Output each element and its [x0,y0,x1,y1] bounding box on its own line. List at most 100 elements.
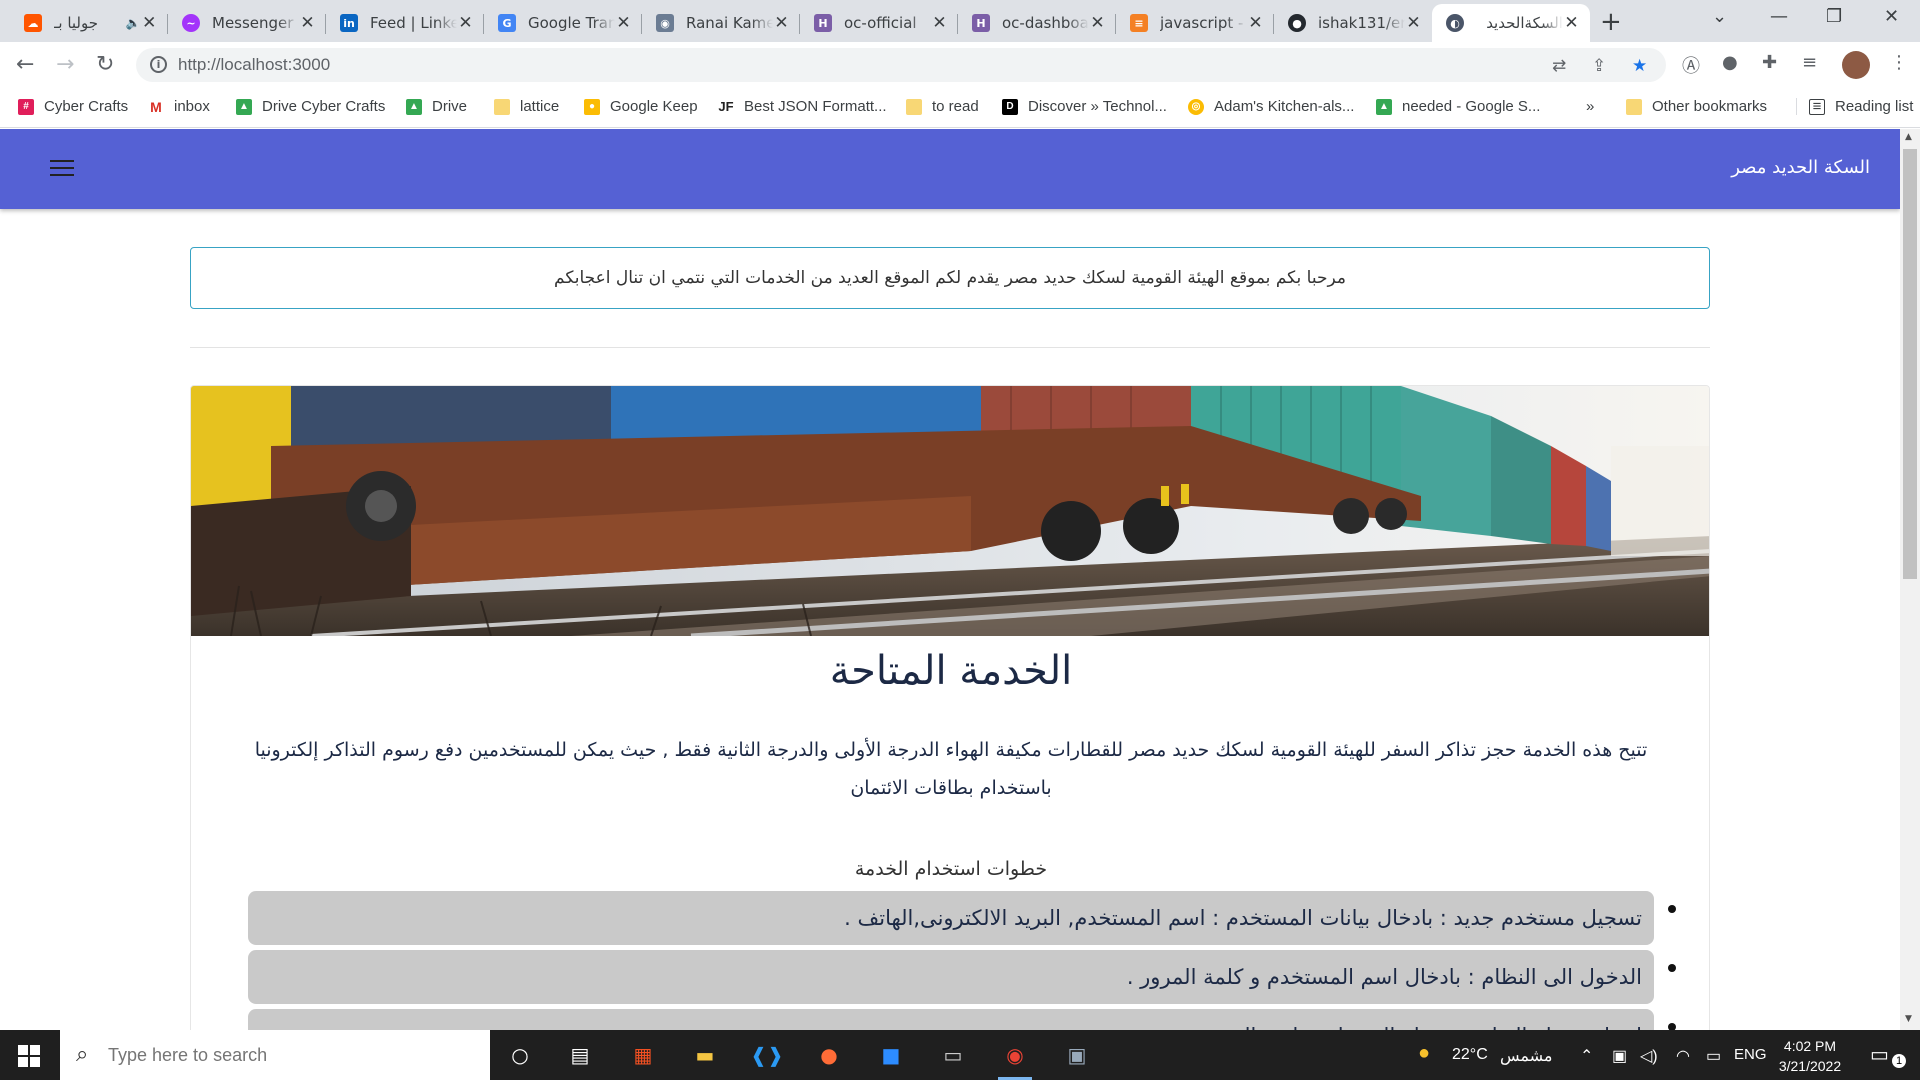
train-logo-icon: ◐ [1446,14,1464,32]
notifications-icon[interactable]: ▭ [1870,1042,1889,1067]
browser-tab[interactable]: G Google Translate ✕ [484,4,642,42]
address-bar[interactable]: i ⇄ ⇪ ★ [136,48,1666,82]
bookmark-item[interactable]: ▲ Drive [406,98,467,115]
close-icon[interactable]: ✕ [1405,13,1422,33]
bookmark-item[interactable]: ▲ needed - Google S... [1376,98,1540,115]
browser-tab[interactable]: ≡ javascript - ✕ [1116,4,1274,42]
share-icon[interactable]: ⇪ [1592,56,1606,76]
volume-icon[interactable]: ◁) [1640,1046,1658,1066]
brand-title[interactable]: السكة الحديد مصر [1731,157,1870,178]
back-icon[interactable]: ← [16,52,34,77]
folder-icon [494,98,510,115]
browser-tab-active[interactable]: ◐ السكةالحديد ✕ [1432,4,1590,42]
bookmark-folder[interactable]: lattice [494,98,559,115]
store-icon[interactable]: ▦ [626,1038,660,1072]
window-close-button[interactable]: ✕ [1884,6,1899,27]
bookmarks-overflow[interactable]: » [1586,98,1594,115]
forward-icon[interactable]: → [56,52,74,77]
tab-title: Feed | LinkedIn [370,14,457,32]
bookmark-item[interactable]: D Discover » Technol... [1002,98,1167,115]
close-icon[interactable]: ✕ [457,13,474,33]
language-indicator[interactable]: ENG [1734,1046,1767,1063]
close-icon[interactable]: ✕ [773,13,790,33]
tab-title: oc-official [844,14,917,32]
translate-icon: G [498,14,516,32]
new-tab-button[interactable]: + [1600,7,1622,37]
app-header: السكة الحديد مصر [0,129,1900,209]
extensions-puzzle-icon[interactable]: ✚ [1762,52,1777,73]
keep-icon: ● [584,98,600,115]
bookmark-item[interactable]: # Cyber Crafts [18,98,128,115]
close-icon[interactable]: ✕ [1089,13,1106,33]
reading-list-button[interactable]: ≡ Reading list [1796,98,1913,115]
tab-title: oc-dashboard [1002,14,1089,32]
bookmark-folder[interactable]: to read [906,98,979,115]
close-icon[interactable]: ✕ [141,13,158,33]
meet-now-icon[interactable]: ▣ [1612,1046,1627,1066]
chevron-right-icon: » [1586,98,1595,115]
translate-page-icon[interactable]: ⇄ [1552,56,1566,76]
speaker-icon[interactable]: 🔈 [126,16,141,30]
scroll-up-icon[interactable]: ▲ [1905,132,1912,142]
cortana-icon[interactable]: ○ [503,1038,537,1072]
folder-icon [906,98,922,115]
vscode-icon[interactable]: ❰❱ [750,1038,784,1072]
close-icon[interactable]: ✕ [1563,13,1580,33]
bookmark-item[interactable]: ● Google Keep [584,98,698,115]
bookmark-item[interactable]: Minbox [148,98,210,115]
browser-tab[interactable]: ● ishak131/er ✕ [1274,4,1432,42]
postman-icon[interactable]: ● [812,1038,846,1072]
url-input[interactable] [178,54,1478,76]
browser-tab[interactable]: in Feed | LinkedIn ✕ [326,4,484,42]
site-info-icon[interactable]: i [150,56,167,73]
scrollbar-thumb[interactable] [1903,149,1917,579]
terminal-icon[interactable]: ▭ [936,1038,970,1072]
media-control-icon[interactable]: ≡ [1802,52,1817,73]
windows-start-icon[interactable] [18,1045,40,1067]
battery-icon[interactable]: ▭ [1706,1046,1721,1066]
slack-icon: # [18,98,34,115]
bookmark-item[interactable]: JF Best JSON Formatt... [718,98,887,115]
browser-tab[interactable]: ◉ Ranai Kamel ✕ [642,4,800,42]
chrome-taskbar-icon[interactable]: ◉ [998,1038,1032,1080]
linkedin-icon: in [340,14,358,32]
close-icon[interactable]: ✕ [931,13,948,33]
weather-sun-icon[interactable]: ● [1418,1042,1430,1065]
bookmark-item[interactable]: ◎ Adam's Kitchen-als... [1188,98,1354,115]
bookmark-folder[interactable]: Other bookmarks [1626,98,1767,115]
browser-tab[interactable]: H oc-official ✕ [800,4,958,42]
clock[interactable]: 4:02 PM 3/21/2022 [1770,1036,1850,1076]
browser-tab[interactable]: ☁ جوليا بـ 🔈 ✕ [10,4,168,42]
profile-avatar[interactable] [1842,51,1870,79]
menu-dots-icon[interactable]: ⋮ [1890,52,1908,73]
account-extension-icon[interactable]: ● [1722,52,1738,73]
scroll-down-icon[interactable]: ▼ [1905,1014,1912,1024]
bookmark-item[interactable]: ▲ Drive Cyber Crafts [236,98,385,115]
browser-tab[interactable]: H oc-dashboard ✕ [958,4,1116,42]
weather-temp[interactable]: 22°C [1452,1046,1488,1064]
taskbar-search-input[interactable] [108,1042,468,1068]
restore-button[interactable]: ❐ [1826,6,1842,27]
page-scrollbar[interactable]: ▲ ▼ [1900,129,1920,1030]
taskbar-search[interactable]: ⌕ [60,1030,490,1080]
tray-chevron-icon[interactable]: ⌃ [1580,1046,1593,1066]
bookmark-star-icon[interactable]: ★ [1632,56,1647,76]
menu-icon[interactable] [50,160,74,178]
browser-tab[interactable]: ~ Messenger ✕ [168,4,326,42]
weather-label[interactable]: مشمس [1500,1046,1553,1066]
bookmark-label: Drive Cyber Crafts [262,98,386,115]
extension-a-icon[interactable]: Ⓐ [1682,52,1700,78]
wifi-icon[interactable]: ◠ [1676,1046,1690,1066]
file-explorer-icon[interactable]: ▬ [688,1038,722,1072]
close-icon[interactable]: ✕ [615,13,632,33]
reload-icon[interactable]: ↻ [96,52,114,77]
minimize-button[interactable]: — [1770,6,1788,27]
zoom-icon[interactable]: ■ [874,1038,908,1072]
jf-icon: JF [718,98,734,115]
close-icon[interactable]: ✕ [1247,13,1264,33]
card-title: الخدمة المتاحة [829,648,1073,694]
close-icon[interactable]: ✕ [299,13,316,33]
tab-search-icon[interactable]: ⌄ [1712,6,1727,27]
task-view-icon[interactable]: ▤ [563,1038,597,1072]
window-app-icon[interactable]: ▣ [1060,1038,1094,1072]
